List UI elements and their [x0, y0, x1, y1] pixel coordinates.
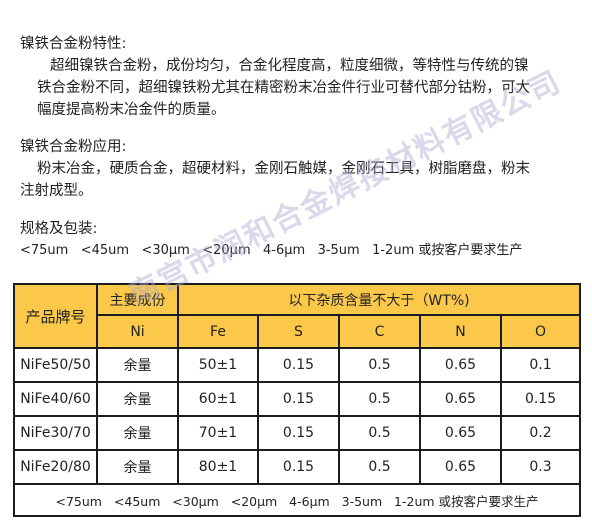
table-header-row-1: 产品牌号 主要成份 以下杂质含量不大于（WT%) — [13, 283, 582, 349]
properties-line-2: 铁合金粉不同，超细镍铁粉尤其在精密粉末冶金件行业可替代部分钴粉，可大 — [37, 80, 530, 96]
product-name: NiFe40/60 — [13, 381, 98, 417]
table-row: NiFe50/50 余量 50±1 0.15 0.5 0.65 0.1 — [13, 347, 582, 383]
o-value: 0.15 — [499, 381, 582, 417]
o-value: 0.1 — [499, 347, 582, 383]
n-value: 0.65 — [419, 347, 502, 383]
properties-line-1: 超细镍铁合金粉，成份均匀，合金化程度高，粒度细微，等特性与传统的镍 — [50, 58, 529, 74]
product-name: NiFe30/70 — [13, 415, 98, 451]
main-component-header: 主要成份 — [96, 283, 179, 316]
column-header-c: C — [338, 314, 421, 349]
column-header-o: O — [499, 314, 582, 349]
applications-line-2: 注射成型。 — [20, 183, 93, 199]
fe-value: 60±1 — [177, 381, 259, 417]
c-value: 0.5 — [338, 415, 421, 451]
ni-value: 余量 — [96, 415, 179, 451]
c-value: 0.5 — [338, 381, 421, 417]
product-name: NiFe20/80 — [13, 449, 98, 485]
table-row: NiFe40/60 余量 60±1 0.15 0.5 0.65 0.15 — [13, 381, 582, 417]
spec-table: 产品牌号 主要成份 以下杂质含量不大于（WT%) Ni Fe S C N O N… — [12, 283, 582, 517]
n-value: 0.65 — [419, 381, 502, 417]
o-value: 0.2 — [499, 415, 582, 451]
column-header-s: S — [257, 314, 340, 349]
properties-line-3: 幅度提高粉末冶金件的质量。 — [37, 102, 226, 118]
fe-value: 80±1 — [177, 449, 259, 485]
s-value: 0.15 — [257, 449, 340, 485]
product-name: NiFe50/50 — [13, 347, 98, 383]
applications-line-1: 粉末冶金，硬质合金，超硬材料，金刚石触媒，金刚石工具，树脂磨盘，粉末 — [37, 161, 530, 177]
s-value: 0.15 — [257, 415, 340, 451]
table-footer-sizes: <75um <45um <30μm <20μm 4-6μm 3-5um 1-2u… — [12, 483, 582, 517]
table-header-row-2: Ni Fe S C N O — [14, 314, 582, 349]
product-header: 产品牌号 — [13, 283, 98, 349]
properties-title: 镍铁合金粉特性: — [20, 36, 127, 52]
c-value: 0.5 — [338, 449, 421, 485]
o-value: 0.3 — [499, 449, 582, 485]
column-header-n: N — [419, 314, 502, 349]
impurity-header: 以下杂质含量不大于（WT%) — [176, 283, 582, 316]
table-footer-row: <75um <45um <30μm <20μm 4-6μm 3-5um 1-2u… — [12, 483, 582, 517]
column-header-fe: Fe — [177, 314, 259, 349]
s-value: 0.15 — [257, 347, 340, 383]
table-row: NiFe30/70 余量 70±1 0.15 0.5 0.65 0.2 — [13, 415, 582, 451]
fe-value: 70±1 — [177, 415, 259, 451]
applications-title: 镍铁合金粉应用: — [20, 139, 127, 155]
ni-value: 余量 — [96, 381, 179, 417]
ni-value: 余量 — [96, 347, 179, 383]
column-header-ni: Ni — [96, 314, 179, 349]
n-value: 0.65 — [419, 415, 502, 451]
fe-value: 50±1 — [177, 347, 259, 383]
n-value: 0.65 — [419, 449, 502, 485]
s-value: 0.15 — [257, 381, 340, 417]
c-value: 0.5 — [338, 347, 421, 383]
packaging-sizes: <75um <45um <30μm <20μm 4-6μm 3-5um 1-2u… — [20, 243, 523, 258]
ni-value: 余量 — [96, 449, 179, 485]
packaging-title: 规格及包装: — [20, 221, 98, 237]
table-row: NiFe20/80 余量 80±1 0.15 0.5 0.65 0.3 — [13, 449, 582, 485]
